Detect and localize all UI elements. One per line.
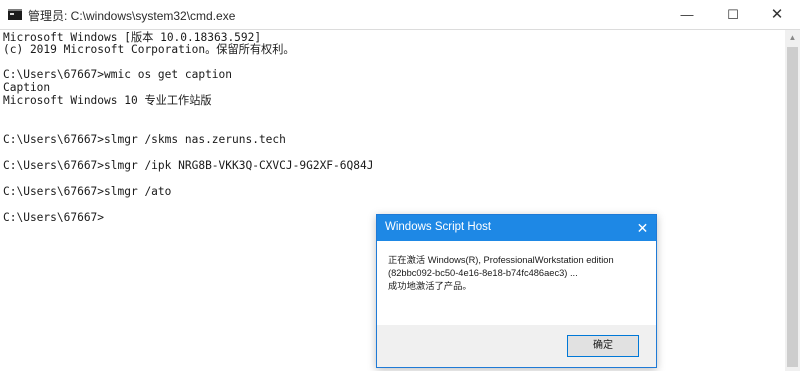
console-line: C:\Users\67667>slmgr /ato bbox=[3, 185, 172, 198]
maximize-button[interactable]: ☐ bbox=[710, 0, 756, 30]
dialog-title: Windows Script Host bbox=[385, 221, 492, 233]
console-prompt: C:\Users\67667> bbox=[3, 211, 105, 224]
close-button[interactable]: ✕ bbox=[754, 0, 800, 30]
console-line: C:\Users\67667>slmgr /ipk NRG8B-VKK3Q-CX… bbox=[3, 159, 374, 172]
console-line: C:\Users\67667>slmgr /skms nas.zeruns.te… bbox=[3, 133, 286, 146]
cmd-window: 管理员: C:\windows\system32\cmd.exe — ☐ ✕ M… bbox=[0, 0, 800, 371]
scroll-up-icon[interactable]: ▲ bbox=[785, 30, 800, 45]
console-line: Microsoft Windows 10 专业工作站版 bbox=[3, 94, 212, 107]
dialog-title-bar[interactable]: Windows Script Host ✕ bbox=[377, 215, 656, 241]
scroll-thumb[interactable] bbox=[787, 47, 798, 367]
dialog-footer: 确定 bbox=[377, 325, 656, 367]
vertical-scrollbar[interactable]: ▲ bbox=[785, 30, 800, 371]
minimize-button[interactable]: — bbox=[664, 0, 710, 30]
dialog-message-line: (82bbc092-bc50-4e16-8e18-b74fc486aec3) .… bbox=[388, 268, 578, 278]
ok-button[interactable]: 确定 bbox=[567, 335, 639, 357]
console-line: (c) 2019 Microsoft Corporation。保留所有权利。 bbox=[3, 43, 295, 56]
console-line: Caption bbox=[3, 81, 51, 94]
dialog-message-line: 成功地激活了产品。 bbox=[388, 281, 472, 291]
title-bar[interactable]: 管理员: C:\windows\system32\cmd.exe — ☐ ✕ bbox=[0, 0, 800, 30]
window-title: 管理员: C:\windows\system32\cmd.exe bbox=[28, 9, 236, 23]
cmd-icon bbox=[8, 9, 22, 20]
dialog-message-line: 正在激活 Windows(R), ProfessionalWorkstation… bbox=[388, 255, 614, 265]
console-line: C:\Users\67667>wmic os get caption bbox=[3, 68, 233, 81]
dialog-body: 正在激活 Windows(R), ProfessionalWorkstation… bbox=[377, 241, 656, 325]
script-host-dialog: Windows Script Host ✕ 正在激活 Windows(R), P… bbox=[376, 214, 657, 368]
dialog-close-button[interactable]: ✕ bbox=[629, 215, 656, 241]
